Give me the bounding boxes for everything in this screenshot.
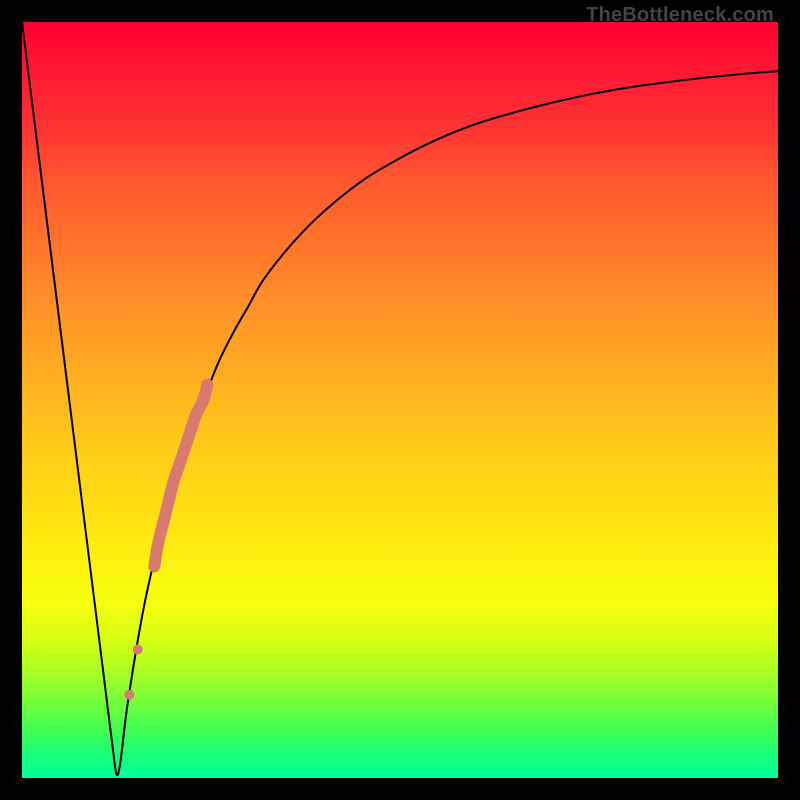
highlight-segment xyxy=(154,385,207,566)
plot-area xyxy=(22,22,778,778)
watermark-text: TheBottleneck.com xyxy=(586,4,774,27)
chart-svg xyxy=(22,22,778,778)
highlight-dot-a xyxy=(124,690,134,700)
chart-frame: TheBottleneck.com xyxy=(0,0,800,800)
bottleneck-curve xyxy=(22,22,778,775)
highlight-dot-b xyxy=(133,644,143,654)
